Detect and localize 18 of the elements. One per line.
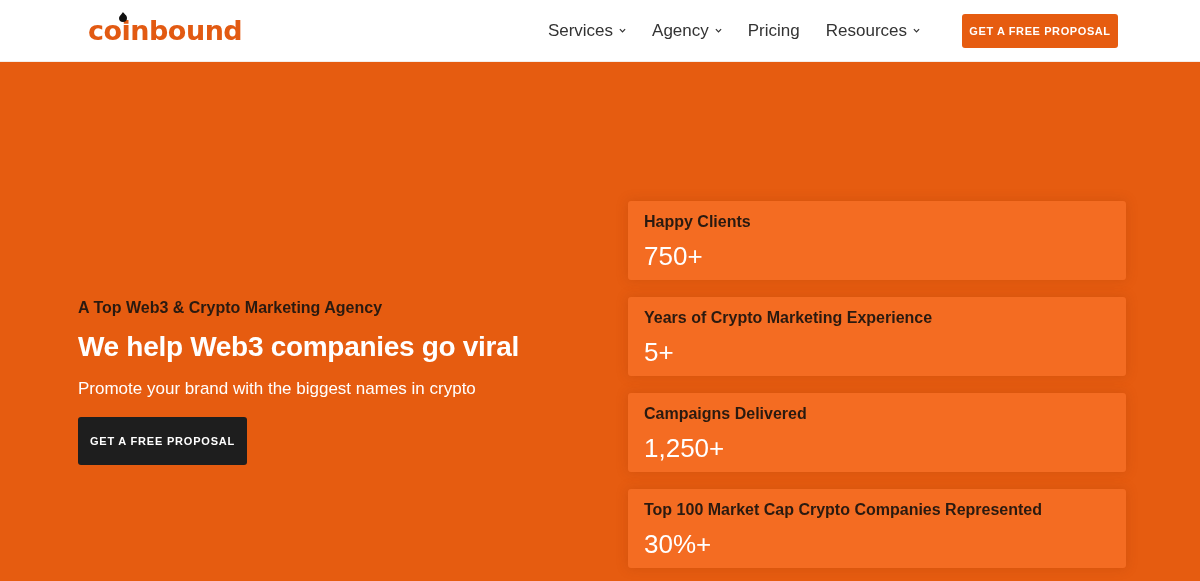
stat-label: Campaigns Delivered bbox=[644, 405, 807, 423]
get-proposal-button[interactable]: GET A FREE PROPOSAL bbox=[78, 417, 247, 465]
nav-link[interactable]: Pricing bbox=[747, 20, 800, 41]
get-proposal-button[interactable]: GET A FREE PROPOSAL bbox=[962, 13, 1118, 48]
stat-value: 5+ bbox=[644, 337, 674, 368]
stat-label: Happy Clients bbox=[644, 213, 751, 231]
hero-subheading: Promote your brand with the biggest names in crypto bbox=[78, 379, 477, 399]
stat-value: 750+ bbox=[644, 241, 703, 272]
stat-label: Years of Crypto Marketing Experience bbox=[644, 309, 933, 327]
nav-link[interactable]: Resources bbox=[825, 20, 920, 41]
nav-link[interactable]: Agency bbox=[652, 20, 722, 41]
stat-value: 1,250+ bbox=[644, 433, 725, 464]
logo[interactable]: coinbound bbox=[88, 15, 243, 46]
stat-label: Top 100 Market Cap Crypto Companies Represented bbox=[644, 501, 1043, 519]
hero-heading: We help Web3 companies go viral bbox=[78, 331, 520, 363]
tagline: A Top Web3 & Crypto Marketing Agency bbox=[78, 299, 384, 317]
stat-value: 30%+ bbox=[644, 529, 712, 560]
nav-link[interactable]: Services bbox=[547, 20, 627, 41]
